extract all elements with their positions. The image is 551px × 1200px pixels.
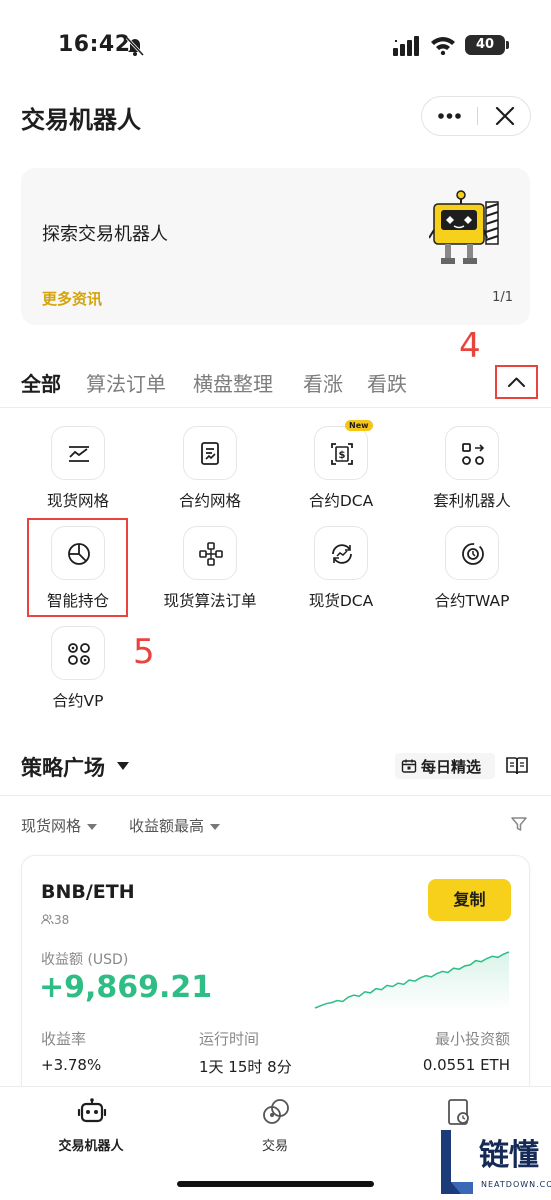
filter-funnel-icon[interactable]	[510, 815, 528, 833]
tool-spot-dca[interactable]: 现货DCA	[276, 526, 406, 622]
stat-label-yield: 收益率	[41, 1030, 87, 1048]
users-icon	[41, 914, 54, 925]
nav-trade[interactable]: 交易	[205, 1087, 345, 1167]
page-title: 交易机器人	[21, 106, 141, 134]
cellular-signal-icon	[393, 36, 419, 56]
robot-mascot-icon	[429, 190, 499, 264]
stat-value-runtime: 1天 15时 8分	[199, 1058, 292, 1076]
tool-contract-dca[interactable]: $ New 合约DCA	[276, 420, 406, 522]
tabs-divider	[0, 407, 551, 408]
profit-sparkline	[314, 951, 510, 1011]
stat-value-min-invest: 0.0551 ETH	[422, 1056, 510, 1074]
more-info-link[interactable]: 更多资讯	[42, 288, 102, 309]
algo-order-icon	[199, 542, 223, 566]
tool-spot-grid[interactable]: 现货网格	[13, 426, 143, 522]
grid-chart-icon	[69, 446, 89, 462]
caret-down-icon[interactable]	[117, 762, 129, 770]
status-time: 16:42	[58, 32, 131, 57]
wifi-icon	[431, 37, 455, 55]
more-icon[interactable]	[422, 97, 477, 135]
chevron-up-icon	[508, 377, 525, 387]
robot-icon	[77, 1098, 107, 1123]
tool-spot-algo-order[interactable]: 现货算法订单	[145, 526, 275, 622]
followers-count: 38	[41, 913, 69, 927]
strategy-square-title[interactable]: 策略广场	[21, 752, 105, 782]
highlight-smart-position	[27, 518, 128, 617]
close-icon[interactable]	[478, 97, 531, 135]
twap-icon	[462, 543, 484, 565]
tool-contract-vp[interactable]: 合约VP	[13, 626, 143, 722]
book-icon[interactable]	[506, 756, 528, 776]
collapse-tabs-button[interactable]	[495, 365, 538, 399]
filter-sort[interactable]: 收益额最高	[129, 815, 221, 836]
home-indicator	[177, 1181, 374, 1187]
order-history-icon	[448, 1099, 469, 1125]
tab-all[interactable]: 全部	[21, 368, 61, 397]
tab-bullish[interactable]: 看涨	[303, 368, 343, 397]
svg-text:$: $	[339, 450, 346, 461]
strategy-divider	[0, 795, 551, 796]
stat-label-runtime: 运行时间	[199, 1030, 260, 1048]
tab-algo-orders[interactable]: 算法订单	[86, 368, 166, 397]
calendar-icon	[401, 759, 417, 773]
pair-name: BNB/ETH	[41, 881, 135, 903]
caret-down-icon	[210, 823, 221, 830]
dca-icon: $	[331, 443, 353, 465]
tool-contract-grid[interactable]: 合约网格	[145, 426, 275, 522]
filter-strategy-type[interactable]: 现货网格	[21, 815, 98, 836]
banner-page-indicator: 1/1	[492, 290, 513, 305]
tool-contract-twap[interactable]: 合约TWAP	[407, 526, 537, 622]
explore-banner[interactable]: 探索交易机器人 更多资讯 1/1	[21, 168, 530, 325]
trade-coins-icon	[263, 1099, 289, 1124]
contract-doc-icon	[201, 442, 219, 465]
watermark-logo: 链懂 NEATDOWN.COM	[435, 1128, 551, 1196]
stat-value-yield: +3.78%	[41, 1056, 102, 1074]
battery-indicator: 40	[465, 35, 509, 55]
tool-arbitrage-bot[interactable]: 套利机器人	[407, 426, 537, 522]
daily-pick-button[interactable]: 每日精选	[395, 753, 495, 779]
category-tabs: 全部 算法订单 横盘整理 看涨 看跌	[0, 360, 551, 406]
banner-title: 探索交易机器人	[42, 224, 168, 245]
strategy-card[interactable]: BNB/ETH 38 复制 收益额 (USD) +9,869.21 收益率 +3…	[21, 855, 530, 1115]
profit-label: 收益额 (USD)	[41, 952, 129, 968]
watermark-l-icon	[441, 1130, 473, 1194]
mini-program-capsule	[421, 96, 531, 136]
tab-sideways[interactable]: 横盘整理	[193, 368, 273, 397]
stat-label-min-invest: 最小投资额	[434, 1030, 510, 1048]
tab-bearish[interactable]: 看跌	[367, 368, 407, 397]
caret-down-icon	[87, 823, 98, 830]
spot-dca-icon	[332, 544, 352, 564]
arbitrage-icon	[462, 443, 485, 465]
copy-button[interactable]: 复制	[428, 879, 511, 921]
new-badge: New	[345, 420, 373, 431]
status-bar: 16:42 40	[0, 0, 551, 90]
annotation-step-5: 5	[133, 632, 155, 672]
bell-mute-icon	[125, 36, 145, 57]
profit-value: +9,869.21	[39, 970, 213, 1005]
nav-trading-bot[interactable]: 交易机器人	[21, 1087, 161, 1167]
vp-icon	[68, 643, 90, 665]
